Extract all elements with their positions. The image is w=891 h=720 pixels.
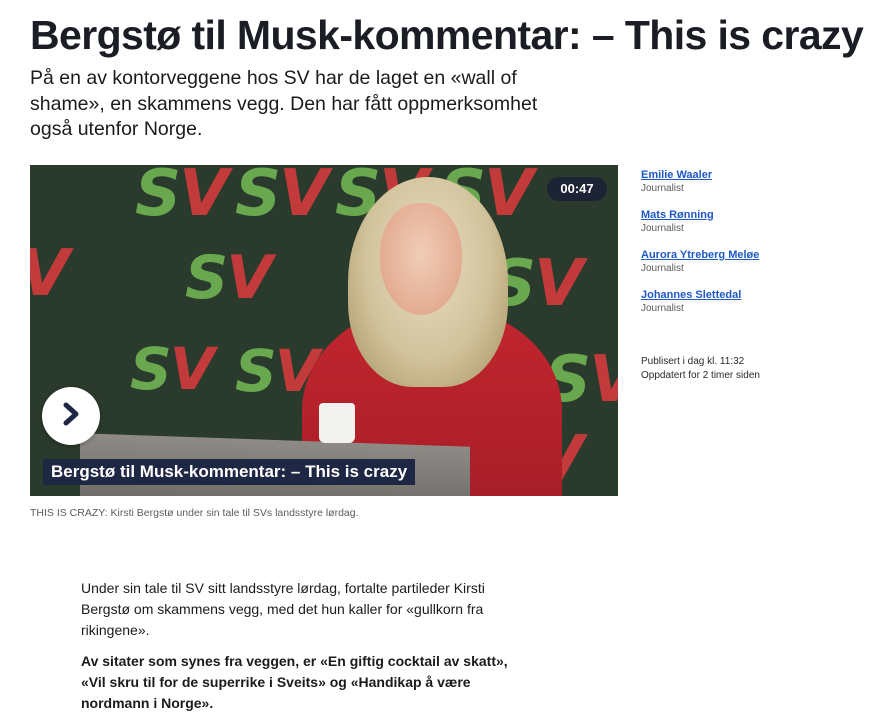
mug <box>319 403 355 443</box>
article-lede: På en av kontorveggene hos SV har de lag… <box>30 67 538 140</box>
published-time: Publisert i dag kl. 11:32 <box>641 356 745 367</box>
author-link[interactable]: Johannes Slettedal <box>641 288 881 302</box>
play-button[interactable] <box>42 387 100 445</box>
sv-logo-sign: V <box>30 237 70 311</box>
play-chevron-icon <box>60 402 82 431</box>
author-role: Journalist <box>641 223 684 234</box>
article-headline: Bergstø til Musk-kommentar: – This is cr… <box>30 12 864 58</box>
speaker-face <box>380 203 462 315</box>
sv-logo-sign: SV <box>235 165 329 231</box>
body-paragraph-bold: Av sitater som synes fra veggen, er «En … <box>81 653 508 711</box>
video-duration-badge: 00:47 <box>547 177 607 201</box>
updated-time: Oppdatert for 2 timer siden <box>641 370 760 381</box>
author-role: Journalist <box>641 183 684 194</box>
body-paragraph: Under sin tale til SV sitt landsstyre lø… <box>81 580 485 638</box>
sv-logo-sign: SV <box>135 165 229 231</box>
author-link[interactable]: Mats Rønning <box>641 208 881 222</box>
author-item: Mats Rønning Journalist <box>641 208 881 248</box>
video-player[interactable]: SV SV SV SV V SV SV SV SV SV SV 00:47 Be… <box>30 165 618 496</box>
author-item: Emilie Waaler Journalist <box>641 168 881 208</box>
article-body: Under sin tale til SV sitt landsstyre lø… <box>81 578 511 720</box>
byline: Emilie Waaler Journalist Mats Rønning Jo… <box>641 168 881 328</box>
author-item: Aurora Ytreberg Meløe Journalist <box>641 248 881 288</box>
sv-logo-sign: SV <box>185 243 273 313</box>
video-title-overlay: Bergstø til Musk-kommentar: – This is cr… <box>43 459 416 485</box>
publish-meta: Publisert i dag kl. 11:32 Oppdatert for … <box>641 355 881 383</box>
author-role: Journalist <box>641 263 684 274</box>
video-caption: THIS IS CRAZY: Kirsti Bergstø under sin … <box>30 507 359 519</box>
author-role: Journalist <box>641 303 684 314</box>
author-link[interactable]: Emilie Waaler <box>641 168 881 182</box>
author-link[interactable]: Aurora Ytreberg Meløe <box>641 248 881 262</box>
sv-logo-sign: SV <box>130 335 215 403</box>
author-item: Johannes Slettedal Journalist <box>641 288 881 328</box>
